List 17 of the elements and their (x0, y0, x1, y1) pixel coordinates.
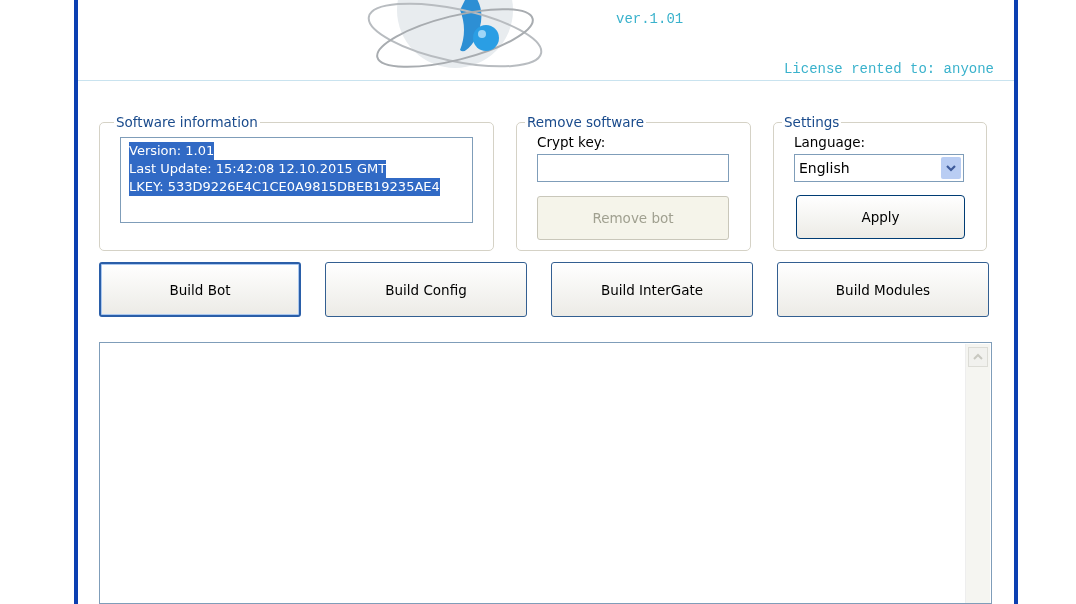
info-text-area[interactable]: Version: 1.01 Last Update: 15:42:08 12.10.2015 GMT LKEY: 533D9226E4C1CE0A9815DBEB19235AE4 (120, 137, 473, 223)
build-button[interactable]: Build Bot (99, 262, 301, 317)
crypt-key-field[interactable] (537, 154, 729, 182)
build-button[interactable]: Build InterGate (551, 262, 753, 317)
group-title: Remove software (526, 114, 646, 130)
license-text: License rented to: anyone (783, 61, 994, 77)
language-dropdown[interactable]: English (794, 154, 964, 182)
apply-button[interactable]: Apply (796, 195, 965, 239)
log-text-area[interactable] (99, 342, 992, 604)
field-label: Crypt key: (537, 134, 607, 150)
version-text: ver.1.01 (616, 11, 684, 27)
build-button[interactable]: Build Modules (777, 262, 989, 317)
scrollbar[interactable] (965, 344, 990, 603)
build-button[interactable]: Build Config (325, 262, 527, 317)
group-title: Settings (783, 114, 841, 130)
group-title: Software information (115, 114, 259, 130)
field-label: Language: (794, 134, 867, 150)
